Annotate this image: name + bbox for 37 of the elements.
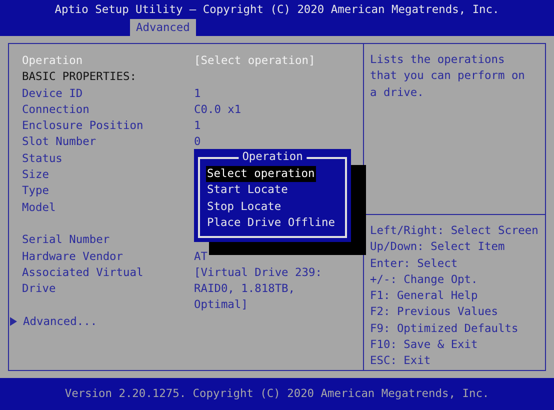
property-value: C0.0 x1 xyxy=(194,102,242,118)
version-text: Version 2.20.1275. Copyright (C) 2020 American Megatrends, Inc. xyxy=(64,386,490,402)
key-hint: Left/Right: Select Screen xyxy=(370,223,539,239)
property-value: AT xyxy=(194,248,208,265)
key-hint: +/-: Change Opt. xyxy=(370,272,479,288)
property-label: Hardware Vendor xyxy=(22,248,124,265)
popup-option[interactable]: Start Locate xyxy=(206,182,289,199)
property-label: Status xyxy=(22,150,64,167)
submenu-link[interactable]: Advanced... xyxy=(23,314,98,330)
property-value: 1 xyxy=(194,86,202,102)
property-label: Enclosure Position xyxy=(22,118,144,134)
property-label: Type xyxy=(22,183,50,200)
popup-option[interactable]: Select operation xyxy=(206,166,316,182)
property-label: Device ID xyxy=(22,86,84,102)
property-label: Associated Virtual Drive xyxy=(22,264,144,298)
popup-title: Operation xyxy=(238,149,307,166)
key-hint: F1: General Help xyxy=(370,288,479,304)
key-hint: F9: Optimized Defaults xyxy=(370,320,520,337)
key-hint: Enter: Select xyxy=(370,256,459,272)
key-hint: ESC: Exit xyxy=(370,353,432,370)
property-label: Connection xyxy=(22,102,90,118)
window-title: Aptio Setup Utility – Copyright (C) 2020 American Megatrends, Inc. xyxy=(54,2,500,18)
property-label: Slot Number xyxy=(22,134,98,150)
section-heading: BASIC PROPERTIES: xyxy=(22,69,138,86)
help-text: Lists the operations that you can perform on a drive. xyxy=(370,52,526,101)
key-hint: F2: Previous Values xyxy=(370,304,499,320)
key-hint: Up/Down: Select Item xyxy=(370,239,506,256)
property-value: 0 xyxy=(194,134,202,150)
property-label: Serial Number xyxy=(22,232,111,248)
property-value: [Virtual Drive 239: RAID0, 1.818TB, Optimal] xyxy=(194,264,323,314)
property-value: 1 xyxy=(194,118,202,134)
key-hint: F10: Save & Exit xyxy=(370,337,479,354)
property-label: Size xyxy=(22,167,50,184)
popup-option[interactable]: Place Drive Offline xyxy=(206,214,336,232)
property-label: Model xyxy=(22,200,57,216)
menu-tab[interactable]: Advanced xyxy=(130,19,196,36)
popup-option[interactable]: Stop Locate xyxy=(206,198,282,215)
